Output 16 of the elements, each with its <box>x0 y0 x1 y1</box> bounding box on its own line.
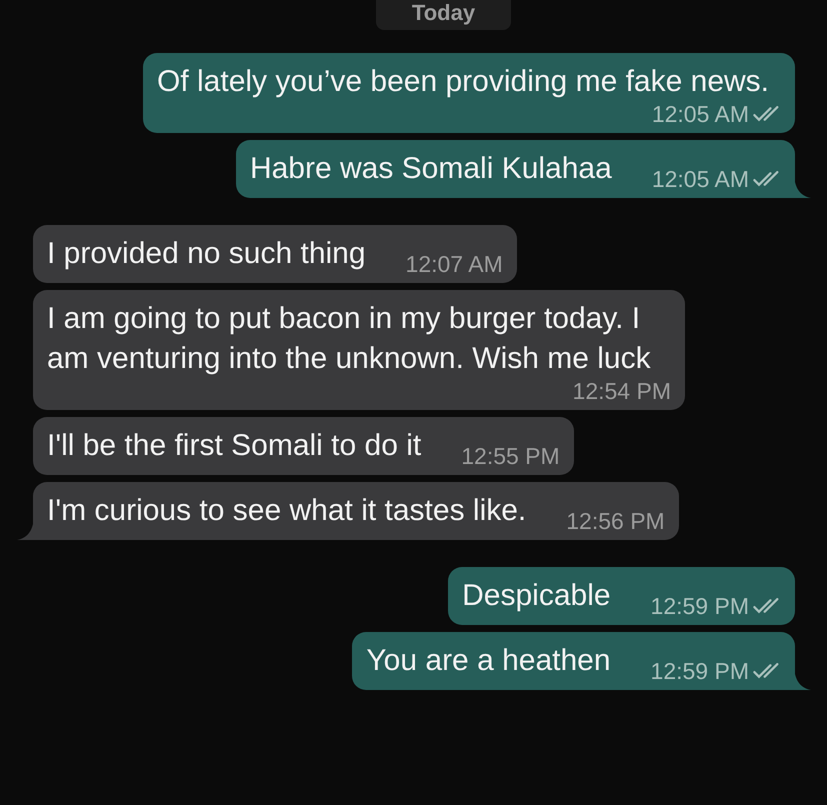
message-text: Habre was Somali Kulahaa <box>250 151 612 187</box>
message-text: You are a heathen <box>366 643 611 679</box>
message-time: 12:59 PM <box>650 592 749 620</box>
message-time: 12:05 AM <box>652 165 749 193</box>
message-time: 12:54 PM <box>572 377 671 405</box>
message-text: I'm curious to see what it tastes like. <box>47 493 526 529</box>
message-time: 12:05 AM <box>652 100 749 128</box>
message-text: I provided no such thing <box>47 236 366 272</box>
message-text: Despicable <box>462 578 611 614</box>
message-text: I'll be the first Somali to do it <box>47 428 422 464</box>
message-text: I am going to put bacon in my burger today. I am venturing into the unknown. Wish me luck <box>47 301 652 377</box>
message-time: 12:59 PM <box>650 657 749 685</box>
message-text: Of lately you’ve been providing me fake news. <box>157 64 769 100</box>
message-time: 12:56 PM <box>566 507 665 535</box>
message-time: 12:07 AM <box>406 250 503 278</box>
message-time: 12:55 PM <box>461 442 560 470</box>
